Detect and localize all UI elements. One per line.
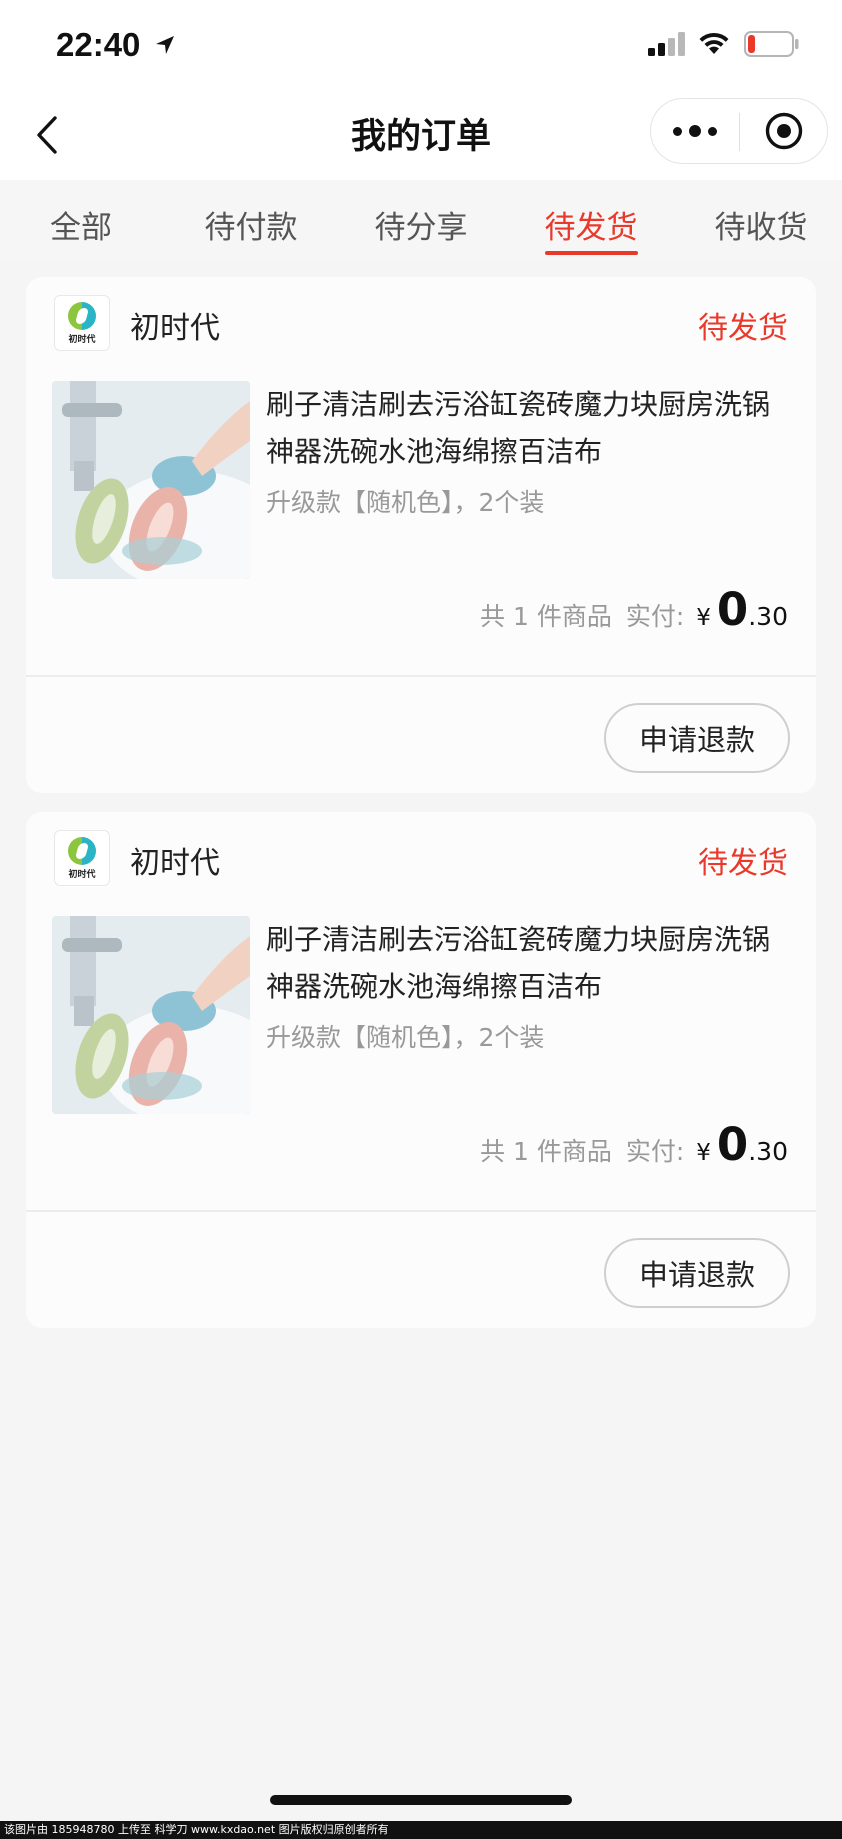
order-status: 待发货 [698, 311, 788, 346]
order-summary: 共 1 件商品 实付: ¥ 0 .30 [480, 583, 788, 643]
currency-symbol: ¥ [696, 1140, 711, 1166]
price-integer: 0 [716, 1118, 749, 1171]
mini-program-capsule [650, 98, 828, 164]
refund-button[interactable]: 申请退款 [604, 1238, 790, 1308]
tab-pending-payment[interactable]: 待付款 [205, 202, 298, 247]
product-title[interactable]: 刷子清洁刷去污浴缸瓷砖魔力块厨房洗锅神器洗碗水池海绵擦百洁布 [266, 916, 794, 1010]
product-spec: 升级款【随机色】，2个装 [266, 1023, 545, 1052]
location-arrow-icon [156, 36, 174, 54]
cellular-signal-icon [648, 32, 685, 56]
tab-all[interactable]: 全部 [50, 202, 112, 247]
paid-label: 实付: [625, 1137, 685, 1166]
nav-bar: 我的订单 [0, 90, 842, 180]
item-count: 共 1 件商品 [480, 602, 612, 631]
target-circle-icon [765, 112, 803, 150]
product-image[interactable] [52, 381, 250, 579]
close-miniprogram-button[interactable] [740, 99, 828, 163]
currency-symbol: ¥ [696, 605, 711, 631]
order-status-tabs: 全部 待付款 待分享 待发货 待收货 [0, 180, 842, 260]
card-divider [26, 675, 816, 677]
price-integer: 0 [716, 583, 749, 636]
watermark-text: 该图片由 185948780 上传至 科学刀 www.kxdao.net 图片版… [0, 1821, 842, 1839]
tab-pending-receipt[interactable]: 待收货 [715, 202, 808, 247]
card-divider [26, 1210, 816, 1212]
refund-button[interactable]: 申请退款 [604, 703, 790, 773]
status-bar: 22:40 [0, 0, 842, 90]
product-title[interactable]: 刷子清洁刷去污浴缸瓷砖魔力块厨房洗锅神器洗碗水池海绵擦百洁布 [266, 381, 794, 475]
shop-name[interactable]: 初时代 [130, 303, 220, 347]
battery-low-icon [744, 31, 799, 57]
item-count: 共 1 件商品 [480, 1137, 612, 1166]
order-summary: 共 1 件商品 实付: ¥ 0 .30 [480, 1118, 788, 1178]
tab-pending-share[interactable]: 待分享 [375, 202, 468, 247]
product-spec: 升级款【随机色】，2个装 [266, 488, 545, 517]
tab-pending-shipment[interactable]: 待发货 [545, 202, 638, 247]
order-card[interactable]: 初时代 初时代 待发货 刷子清洁刷去污浴缸瓷砖魔力块厨房洗锅神器洗碗水池海绵擦百… [26, 812, 816, 1328]
sponge-brush-image [52, 381, 250, 579]
wifi-icon [699, 32, 729, 54]
active-tab-indicator [545, 251, 638, 255]
more-dots-icon [673, 126, 682, 136]
shop-logo[interactable]: 初时代 [54, 830, 110, 886]
home-indicator[interactable] [270, 1795, 572, 1805]
more-button[interactable] [651, 99, 739, 163]
sponge-brush-image [52, 916, 250, 1114]
order-card[interactable]: 初时代 初时代 待发货 刷子清洁刷去污浴缸瓷砖魔力块厨房洗锅神器洗碗水池海绵擦百… [26, 277, 816, 793]
product-image[interactable] [52, 916, 250, 1114]
price-decimal: .30 [748, 1137, 788, 1166]
shop-logo[interactable]: 初时代 [54, 295, 110, 351]
order-status: 待发货 [698, 846, 788, 881]
shop-name[interactable]: 初时代 [130, 838, 220, 882]
status-time: 22:40 [56, 26, 141, 63]
price-decimal: .30 [748, 602, 788, 631]
paid-label: 实付: [625, 602, 685, 631]
